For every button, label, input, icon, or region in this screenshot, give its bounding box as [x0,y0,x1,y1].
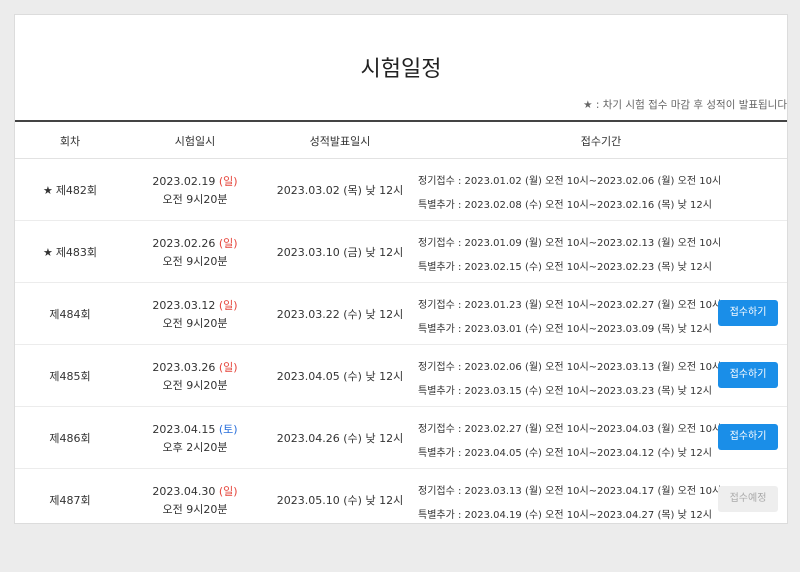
star-icon: ★ [42,246,53,259]
period-cell: 정기접수 : 2023.01.09 (월) 오전 10시~2023.02.13 … [418,232,721,280]
exam-time: 오전 9시20분 [162,503,228,516]
exam-date-cell: 2023.04.15 (토) 오후 2시20분 [125,421,265,457]
table-row: ★ 제482회 2023.02.19 (일) 오전 9시20분 2023.03.0… [15,158,787,221]
star-icon: ★ [42,184,53,197]
apply-button[interactable]: 접수하기 [718,424,778,450]
extra-period: 특별추가 : 2023.04.05 (수) 오전 10시~2023.04.12 … [418,448,712,459]
exam-date: 2023.03.26 [152,361,216,374]
exam-date: 2023.02.26 [152,237,216,250]
result-date: 2023.05.10 (수) 낮 12시 [276,494,404,507]
table-row: ★ 제483회 2023.02.26 (일) 오전 9시20분 2023.03.1… [15,220,787,283]
page-title: 시험일정 [360,57,442,82]
exam-date: 2023.04.15 [152,423,216,436]
round-cell: ★ 제482회 [15,182,125,198]
header-exam-date: 시험일시 [174,135,216,148]
exam-date-cell: 2023.02.19 (일) 오전 9시20분 [125,173,265,209]
period-cell: 정기접수 : 2023.02.27 (월) 오전 10시~2023.04.03 … [418,418,721,466]
round-label: 제484회 [49,308,91,321]
result-date: 2023.03.10 (금) 낮 12시 [276,246,404,259]
extra-period: 특별추가 : 2023.03.01 (수) 오전 10시~2023.03.09 … [418,324,712,335]
round-label: 제486회 [49,432,91,445]
exam-day: (일) [218,175,238,188]
regular-period: 정기접수 : 2023.01.02 (월) 오전 10시~2023.02.06 … [418,176,722,187]
header-period: 접수기간 [580,135,622,148]
exam-date: 2023.03.12 [152,299,216,312]
exam-schedule-panel: 시험일정 ★ : 차기 시험 접수 마감 후 성적이 발표됩니다 회차 시험일시… [14,14,788,524]
regular-period: 정기접수 : 2023.02.27 (월) 오전 10시~2023.04.03 … [418,424,722,435]
round-label: 제487회 [49,494,91,507]
round-label: 제483회 [55,246,98,259]
extra-period: 특별추가 : 2023.04.19 (수) 오전 10시~2023.04.27 … [418,510,712,521]
apply-button[interactable]: 접수하기 [718,362,778,388]
exam-time: 오전 9시20분 [162,317,228,330]
exam-date-cell: 2023.02.26 (일) 오전 9시20분 [125,235,265,271]
extra-period: 특별추가 : 2023.02.08 (수) 오전 10시~2023.02.16 … [418,200,712,211]
round-cell: 제484회 [15,306,125,322]
exam-date-cell: 2023.04.30 (일) 오전 9시20분 [125,483,265,519]
round-label: 제485회 [49,370,91,383]
exam-date: 2023.02.19 [152,175,216,188]
table-row: 제485회 2023.03.26 (일) 오전 9시20분 2023.04.05… [15,344,787,407]
exam-day: (일) [218,299,238,312]
header-result-date: 성적발표일시 [309,135,371,148]
table-header: 회차 시험일시 성적발표일시 접수기간 [15,120,787,159]
exam-day: (토) [218,423,238,436]
round-label: 제482회 [55,184,98,197]
table-row: 제486회 2023.04.15 (토) 오후 2시20분 2023.04.26… [15,406,787,469]
result-date: 2023.03.22 (수) 낮 12시 [276,308,404,321]
extra-period: 특별추가 : 2023.02.15 (수) 오전 10시~2023.02.23 … [418,262,712,273]
round-cell: 제485회 [15,368,125,384]
period-cell: 정기접수 : 2023.03.13 (월) 오전 10시~2023.04.17 … [418,480,722,523]
result-date: 2023.04.26 (수) 낮 12시 [276,432,404,445]
table-row: 제484회 2023.03.12 (일) 오전 9시20분 2023.03.22… [15,282,787,345]
regular-period: 정기접수 : 2023.03.13 (월) 오전 10시~2023.04.17 … [418,486,722,497]
exam-day: (일) [218,361,238,374]
exam-day: (일) [218,237,238,250]
regular-period: 정기접수 : 2023.01.23 (월) 오전 10시~2023.02.27 … [418,300,722,311]
period-cell: 정기접수 : 2023.01.23 (월) 오전 10시~2023.02.27 … [418,294,721,342]
round-cell: ★ 제483회 [15,244,125,260]
exam-date-cell: 2023.03.26 (일) 오전 9시20분 [125,359,265,395]
result-date: 2023.04.05 (수) 낮 12시 [276,370,404,383]
exam-date-cell: 2023.03.12 (일) 오전 9시20분 [125,297,265,333]
exam-time: 오전 9시20분 [162,379,228,392]
exam-day: (일) [218,485,238,498]
table-row: 제487회 2023.04.30 (일) 오전 9시20분 2023.05.10… [15,468,787,523]
exam-date: 2023.04.30 [152,485,216,498]
header-round: 회차 [59,135,81,148]
exam-time: 오전 9시20분 [162,255,228,268]
result-date: 2023.03.02 (목) 낮 12시 [276,184,404,197]
regular-period: 정기접수 : 2023.01.09 (월) 오전 10시~2023.02.13 … [418,238,722,249]
period-cell: 정기접수 : 2023.01.02 (월) 오전 10시~2023.02.06 … [418,170,721,218]
regular-period: 정기접수 : 2023.02.06 (월) 오전 10시~2023.03.13 … [418,362,722,373]
extra-period: 특별추가 : 2023.03.15 (수) 오전 10시~2023.03.23 … [418,386,712,397]
exam-time: 오전 9시20분 [162,193,228,206]
notice-text: ★ : 차기 시험 접수 마감 후 성적이 발표됩니다 [583,99,787,111]
apply-button[interactable]: 접수하기 [718,300,778,326]
period-cell: 정기접수 : 2023.02.06 (월) 오전 10시~2023.03.13 … [418,356,721,404]
upcoming-button: 접수예정 [718,486,778,512]
exam-time: 오후 2시20분 [162,441,228,454]
round-cell: 제487회 [15,492,125,508]
round-cell: 제486회 [15,430,125,446]
